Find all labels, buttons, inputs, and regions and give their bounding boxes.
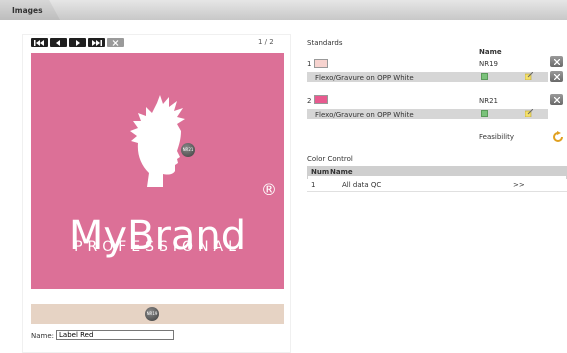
last-image-button[interactable] [88, 38, 105, 47]
standard-1-num: 1 [307, 60, 312, 68]
standard-1-substrate: Flexo/Gravure on OPP White [315, 73, 414, 82]
cc-row-open-button[interactable]: >> [513, 181, 525, 189]
standards-title: Standards [307, 39, 343, 47]
feasibility-label: Feasibility [479, 133, 514, 141]
standard-2-remove-button[interactable] [550, 94, 563, 105]
cc-row-name: All data QC [342, 181, 382, 189]
standard-2-name: NR21 [479, 97, 499, 105]
standard-1-name: NR19 [479, 60, 499, 68]
color-control-header: Num Name [307, 166, 567, 176]
window-title-bar: Images [0, 0, 567, 20]
table-row[interactable]: 1 All data QC >> [307, 179, 567, 192]
label-preview-image: NR21 MyBrand ® PROFESSIONAL [31, 53, 284, 289]
color-control-title: Color Control [307, 155, 353, 163]
cc-header-num: Num [311, 167, 330, 176]
standard-2-substrate-row: Flexo/Gravure on OPP White [307, 109, 548, 119]
color-strip: NR19 [31, 304, 284, 324]
tab-images-label: Images [12, 6, 43, 15]
standard-1-substrate-row: Flexo/Gravure on OPP White [307, 72, 548, 82]
brand-subtitle-text: PROFESSIONAL [74, 239, 241, 255]
previous-image-button[interactable] [50, 38, 67, 47]
close-image-button[interactable] [107, 38, 124, 47]
feasibility-refresh-icon[interactable] [552, 131, 564, 143]
standard-1-substrate-remove-button[interactable] [550, 71, 563, 82]
next-image-button[interactable] [69, 38, 86, 47]
standard-2-swatch[interactable] [314, 95, 328, 104]
nr19-badge[interactable]: NR19 [145, 307, 159, 321]
tab-images[interactable]: Images [0, 0, 60, 20]
nr21-badge[interactable]: NR21 [181, 143, 195, 157]
page-indicator: 1 / 2 [258, 38, 274, 46]
standard-2-num: 2 [307, 97, 312, 105]
standard-2-edit-icon[interactable] [525, 109, 533, 117]
standard-1-swatch[interactable] [314, 59, 328, 68]
name-input[interactable] [56, 330, 174, 340]
name-row: Name: [31, 330, 174, 340]
name-label: Name: [31, 332, 55, 340]
first-image-button[interactable] [31, 38, 48, 47]
standard-2-substrate: Flexo/Gravure on OPP White [315, 110, 414, 119]
standard-1-status-icon [481, 73, 488, 80]
standard-2-status-icon [481, 110, 488, 117]
standard-1-remove-button[interactable] [550, 56, 563, 67]
standard-1-edit-icon[interactable] [525, 72, 533, 80]
cc-row-num: 1 [311, 181, 316, 189]
standards-name-header: Name [479, 48, 502, 56]
registered-mark: ® [261, 180, 277, 199]
cc-header-name: Name [330, 167, 353, 176]
